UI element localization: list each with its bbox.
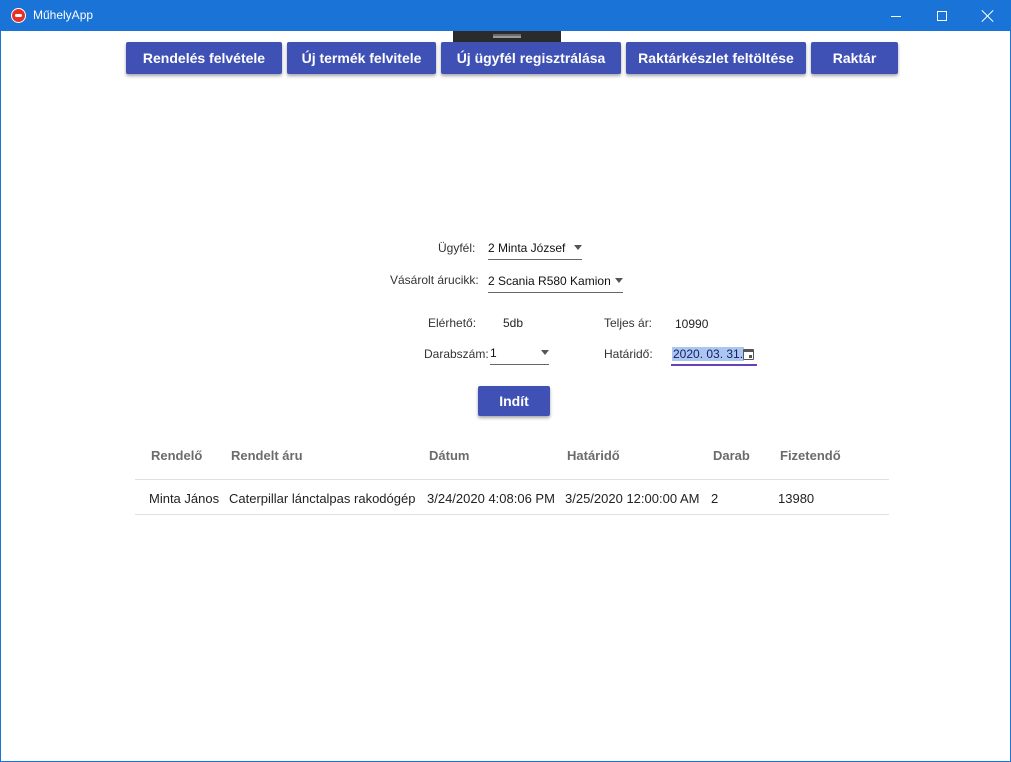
cell-product: Caterpillar lánctalpas rakodógép bbox=[229, 491, 416, 506]
cell-amount-due: 13980 bbox=[778, 491, 815, 506]
product-select[interactable]: 2 Scania R580 Kamion bbox=[488, 271, 623, 293]
column-header-product[interactable]: Rendelt áru bbox=[231, 448, 303, 463]
close-button[interactable] bbox=[965, 1, 1011, 31]
calendar-icon[interactable] bbox=[743, 349, 754, 360]
quantity-select[interactable]: 1 bbox=[490, 343, 549, 365]
nav-button-new-product[interactable]: Új termék felvitele bbox=[287, 42, 436, 74]
customer-select[interactable]: 2 Minta József bbox=[488, 238, 582, 260]
quantity-select-value: 1 bbox=[490, 346, 497, 360]
nav-button-new-order[interactable]: Rendelés felvétele bbox=[126, 42, 282, 74]
total-price-label: Teljes ár: bbox=[604, 316, 653, 330]
chevron-down-icon bbox=[541, 350, 549, 355]
customer-label: Ügyfél: bbox=[438, 241, 476, 255]
start-button[interactable]: Indít bbox=[478, 386, 550, 416]
maximize-icon bbox=[937, 11, 947, 21]
window-title: MűhelyApp bbox=[33, 8, 94, 22]
column-header-quantity[interactable]: Darab bbox=[713, 448, 750, 463]
app-logo-icon bbox=[11, 8, 26, 23]
app-window: MűhelyApp Rendelés felvétele Új termék f… bbox=[0, 0, 1011, 762]
quantity-label: Darabszám: bbox=[424, 347, 489, 361]
cell-orderer: Minta János bbox=[149, 491, 220, 506]
column-header-orderer[interactable]: Rendelő bbox=[151, 448, 202, 463]
cell-deadline: 3/25/2020 12:00:00 AM bbox=[565, 491, 700, 506]
column-header-amount-due[interactable]: Fizetendő bbox=[780, 448, 841, 463]
deadline-date-value[interactable]: 2020. 03. 31. bbox=[672, 347, 745, 361]
product-select-value: 2 Scania R580 Kamion bbox=[488, 274, 611, 288]
chevron-down-icon bbox=[574, 245, 582, 250]
product-label: Vásárolt árucikk: bbox=[390, 273, 479, 287]
maximize-button[interactable] bbox=[919, 1, 965, 31]
nav-button-warehouse[interactable]: Raktár bbox=[811, 42, 898, 74]
column-header-deadline[interactable]: Határidő bbox=[567, 448, 620, 463]
column-header-date[interactable]: Dátum bbox=[429, 448, 469, 463]
minimize-icon bbox=[891, 15, 901, 17]
nav-button-restock[interactable]: Raktárkészlet feltöltése bbox=[626, 42, 806, 74]
available-label: Elérhető: bbox=[428, 316, 477, 330]
chevron-down-icon bbox=[615, 278, 623, 283]
deadline-date-picker[interactable]: 2020. 03. 31. bbox=[671, 344, 757, 366]
cell-date: 3/24/2020 4:08:06 PM bbox=[427, 491, 555, 506]
nav-button-new-customer[interactable]: Új ügyfél regisztrálása bbox=[441, 42, 621, 74]
customer-select-value: 2 Minta József bbox=[488, 241, 566, 255]
deadline-label: Határidő: bbox=[604, 347, 653, 361]
available-value: 5db bbox=[503, 316, 524, 330]
cell-quantity: 2 bbox=[711, 491, 719, 506]
table-row[interactable]: Minta János Caterpillar lánctalpas rakod… bbox=[135, 480, 889, 515]
minimize-button[interactable] bbox=[873, 1, 919, 31]
title-bar[interactable]: MűhelyApp bbox=[1, 1, 1010, 31]
total-price-value: 10990 bbox=[675, 317, 709, 331]
close-icon bbox=[982, 10, 994, 22]
